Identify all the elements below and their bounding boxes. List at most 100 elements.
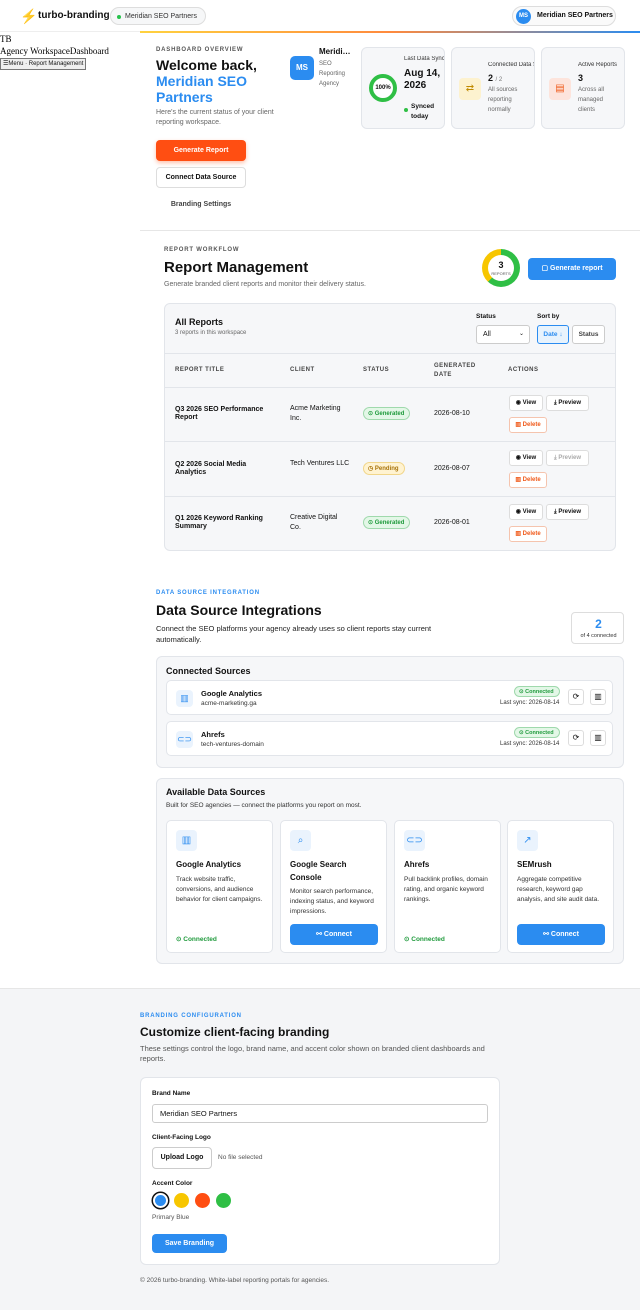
- source-name: Ahrefs: [201, 730, 225, 739]
- nav-link-dashboard[interactable]: Dashboard: [70, 46, 109, 56]
- bolt-icon: ⚡: [20, 8, 38, 24]
- agency-type: SEO Reporting Agency: [319, 61, 346, 87]
- sort-date-button[interactable]: Date ↓: [537, 325, 569, 344]
- source-name: Google Analytics: [201, 689, 262, 698]
- status-filter-select[interactable]: All ⌄: [476, 325, 530, 344]
- table-divider: [165, 353, 615, 354]
- preview-label: Preview: [558, 400, 581, 406]
- app-name[interactable]: turbo-branding: [38, 10, 110, 21]
- delete-button[interactable]: ▥ Delete: [509, 472, 547, 488]
- report-title[interactable]: Q2 2026 Social Media Analytics: [175, 461, 275, 477]
- col-actions: ACTIONS: [508, 367, 539, 373]
- connected-sources-title: Connected Sources: [166, 666, 251, 676]
- status-badge: ⊙ Generated: [363, 407, 411, 420]
- source-card-status: ⊙ Connected: [176, 936, 217, 943]
- available-sources-title: Available Data Sources: [166, 787, 266, 797]
- connected-count: 2 / 2: [488, 73, 502, 83]
- nav-link-agency-workspace[interactable]: Agency Workspace: [0, 46, 70, 56]
- save-branding-button[interactable]: Save Branding: [152, 1234, 227, 1253]
- color-swatch-blue[interactable]: [153, 1193, 168, 1208]
- color-swatch-green[interactable]: [216, 1193, 231, 1208]
- overview-subtitle: Here's the current status of your client…: [156, 109, 274, 126]
- connect-button[interactable]: ⚯ Connect: [517, 924, 605, 945]
- report-title[interactable]: Q3 2026 SEO Performance Report: [175, 406, 275, 422]
- menu-button-label: Menu · Report Management: [8, 61, 84, 67]
- integrations-subtitle: Connect the SEO platforms your agency al…: [156, 624, 432, 644]
- sync-date: Aug 14, 2026: [404, 68, 441, 91]
- generate-report-button-secondary[interactable]: ▢ Generate report: [528, 258, 616, 280]
- col-status: STATUS: [363, 367, 390, 373]
- table-divider: [165, 496, 615, 497]
- avatar: MS: [516, 9, 531, 24]
- report-date: 2026-08-01: [434, 519, 470, 526]
- preview-button-disabled[interactable]: ⤓ Preview: [546, 450, 589, 466]
- account-name: Meridian SEO Partners: [537, 12, 613, 19]
- plug-icon: ⚯: [316, 931, 324, 938]
- eye-icon: ◉: [515, 455, 523, 461]
- source-card-status: ⊙ Connected: [404, 936, 445, 943]
- source-card-desc: Track website traffic, conversions, and …: [176, 876, 263, 903]
- report-client: Tech Ventures LLC: [290, 460, 350, 467]
- source-card-desc: Aggregate competitive research, keyword …: [517, 876, 600, 903]
- status-badge-label: Connected: [525, 689, 554, 695]
- connect-button[interactable]: ⚯ Connect: [290, 924, 378, 945]
- connected-count-label: of 4 connected: [580, 633, 617, 639]
- source-card-status-label: Connected: [183, 936, 217, 943]
- integrations-eyebrow: DATA SOURCE INTEGRATION: [156, 590, 260, 596]
- stat-card-active-reports: ▤ Active Reports 3 Across all managed cl…: [541, 47, 625, 129]
- view-label: View: [522, 509, 537, 515]
- view-button[interactable]: ◉ View: [509, 504, 543, 520]
- delete-button[interactable]: ▥ Delete: [509, 526, 547, 542]
- source-card-google-search-console: ⌕ Google Search Console Monitor search p…: [280, 820, 387, 953]
- refresh-icon[interactable]: ⟳: [568, 730, 584, 746]
- stat-label: Connected Data Sources: [488, 62, 534, 68]
- logo-label: Client-Facing Logo: [152, 1134, 211, 1141]
- status-badge: ⊙ Generated: [363, 516, 411, 529]
- stat-note: Across all managed clients: [578, 87, 605, 113]
- last-sync: Last sync: 2026-08-14: [500, 741, 560, 747]
- status-badge-label: Connected: [525, 730, 554, 736]
- chevron-down-icon: ⌄: [518, 331, 524, 337]
- view-button[interactable]: ◉ View: [509, 395, 543, 411]
- source-card-google-analytics: ▥ Google Analytics Track website traffic…: [166, 820, 273, 953]
- source-card-name: SEMrush: [517, 860, 552, 869]
- workspace-pill[interactable]: Meridian SEO Partners: [110, 7, 206, 25]
- connected-source-row: ⊂⊃ Ahrefs tech-ventures-domain ⊙ Connect…: [166, 721, 613, 756]
- sort-status-button[interactable]: Status: [572, 325, 605, 344]
- selected-color-name: Primary Blue: [152, 1214, 190, 1221]
- brand-name-input[interactable]: Meridian SEO Partners: [152, 1104, 488, 1123]
- report-icon: ▤: [549, 78, 571, 100]
- page-title: Welcome back, Meridian SEO Partners: [156, 57, 276, 105]
- connect-button-label: Connect: [550, 931, 579, 938]
- col-generated-date: GENERATED DATE: [434, 363, 476, 378]
- source-account: tech-ventures-domain: [201, 741, 264, 748]
- agency-logo-tile: MS: [290, 56, 314, 80]
- view-button[interactable]: ◉ View: [509, 450, 543, 466]
- no-file-text: No file selected: [218, 1154, 263, 1161]
- status-dot: [117, 15, 121, 19]
- trash-icon[interactable]: ▥: [590, 730, 606, 746]
- donut-value: 3: [498, 260, 504, 270]
- report-title[interactable]: Q1 2026 Keyword Ranking Summary: [175, 515, 275, 531]
- preview-button[interactable]: ⤓ Preview: [546, 504, 589, 520]
- stat-card-connected-sources: ⇄ Connected Data Sources 2 / 2 All sourc…: [451, 47, 535, 129]
- color-swatch-yellow[interactable]: [174, 1193, 189, 1208]
- view-label: View: [522, 455, 537, 461]
- upload-logo-button[interactable]: Upload Logo: [152, 1147, 212, 1169]
- branding-settings-link[interactable]: Branding Settings: [156, 201, 246, 208]
- color-swatch-orange[interactable]: [195, 1193, 210, 1208]
- refresh-icon[interactable]: ⟳: [568, 689, 584, 705]
- account-menu[interactable]: MS Meridian SEO Partners: [512, 6, 616, 26]
- status-badge-label: Generated: [374, 520, 405, 526]
- brand-abbr[interactable]: TB: [0, 34, 12, 44]
- nav-links: Agency WorkspaceDashboard: [0, 46, 109, 56]
- menu-button[interactable]: ☰Menu · Report Management: [0, 58, 87, 70]
- trash-icon[interactable]: ▥: [590, 689, 606, 705]
- preview-button[interactable]: ⤓ Preview: [546, 395, 589, 411]
- status-badge: ◷ Pending: [363, 462, 405, 475]
- eye-icon: ◉: [515, 400, 523, 406]
- generate-report-button[interactable]: Generate Report: [156, 140, 246, 161]
- delete-button[interactable]: ▥ Delete: [509, 417, 547, 433]
- preview-label: Preview: [558, 455, 581, 461]
- connect-data-source-button[interactable]: Connect Data Source: [156, 167, 246, 188]
